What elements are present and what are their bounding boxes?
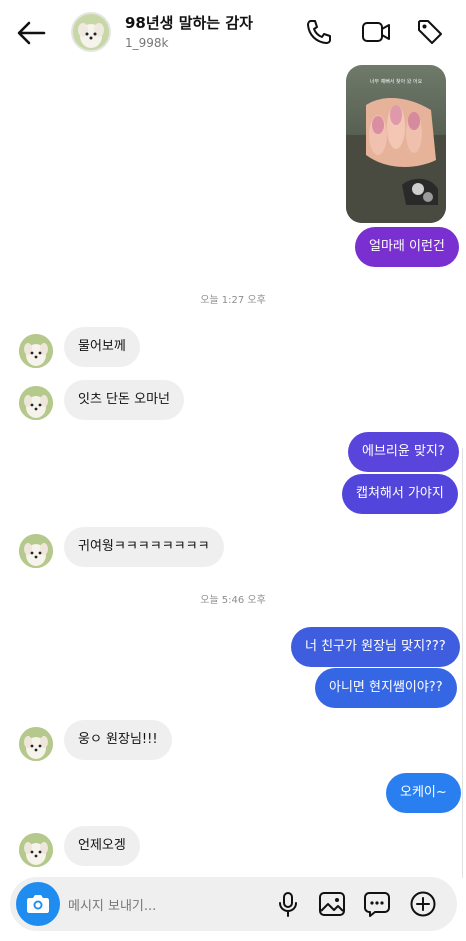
camera-button[interactable] [16,882,60,926]
message-received[interactable]: 물어보께 [64,327,140,367]
contact-username: 1_998k [125,36,169,50]
message-sent[interactable]: 얼마래 이런건 [355,227,459,267]
message-sent[interactable]: 캡쳐해서 가야지 [342,474,458,514]
tag-icon[interactable] [414,16,446,48]
back-arrow-icon[interactable] [14,18,48,48]
plus-icon[interactable] [408,889,438,919]
avatar[interactable] [19,386,53,420]
message-received[interactable]: 귀여웡ㅋㅋㅋㅋㅋㅋㅋㅋ [64,527,224,567]
scrollbar-track [462,448,463,878]
gallery-icon[interactable] [317,889,347,919]
message-received[interactable]: 언제오겡 [64,826,140,866]
message-received[interactable]: 웅ㅇ 원장님!!! [64,720,172,760]
avatar[interactable] [19,833,53,867]
avatar[interactable] [19,534,53,568]
shared-photo[interactable] [346,65,446,223]
message-composer: 메시지 보내기... [10,877,457,931]
message-sent[interactable]: 에브리윤 맞지? [348,432,459,472]
photo-caption: 너무 예뻐서 찾아 왔 어요 [369,79,423,85]
timestamp: 오늘 1:27 오후 [200,295,266,306]
message-received[interactable]: 잇츠 단돈 오마넌 [64,380,184,420]
video-icon[interactable] [360,16,392,48]
contact-name[interactable]: 98년생 말하는 감자 [125,12,253,33]
camera-icon [27,895,49,913]
sticker-icon[interactable] [362,889,392,919]
contact-avatar[interactable] [71,12,111,52]
message-sent[interactable]: 아니면 현지쌤이야?? [315,668,457,708]
microphone-icon[interactable] [273,889,303,919]
avatar[interactable] [19,727,53,761]
message-sent[interactable]: 너 친구가 원장님 맞지??? [291,627,460,667]
avatar[interactable] [19,334,53,368]
message-input[interactable]: 메시지 보내기... [68,895,156,914]
message-sent[interactable]: 오케이~ [386,773,461,813]
timestamp: 오늘 5:46 오후 [200,595,266,606]
phone-icon[interactable] [303,16,335,48]
chat-header: 98년생 말하는 감자 1_998k [0,0,466,64]
